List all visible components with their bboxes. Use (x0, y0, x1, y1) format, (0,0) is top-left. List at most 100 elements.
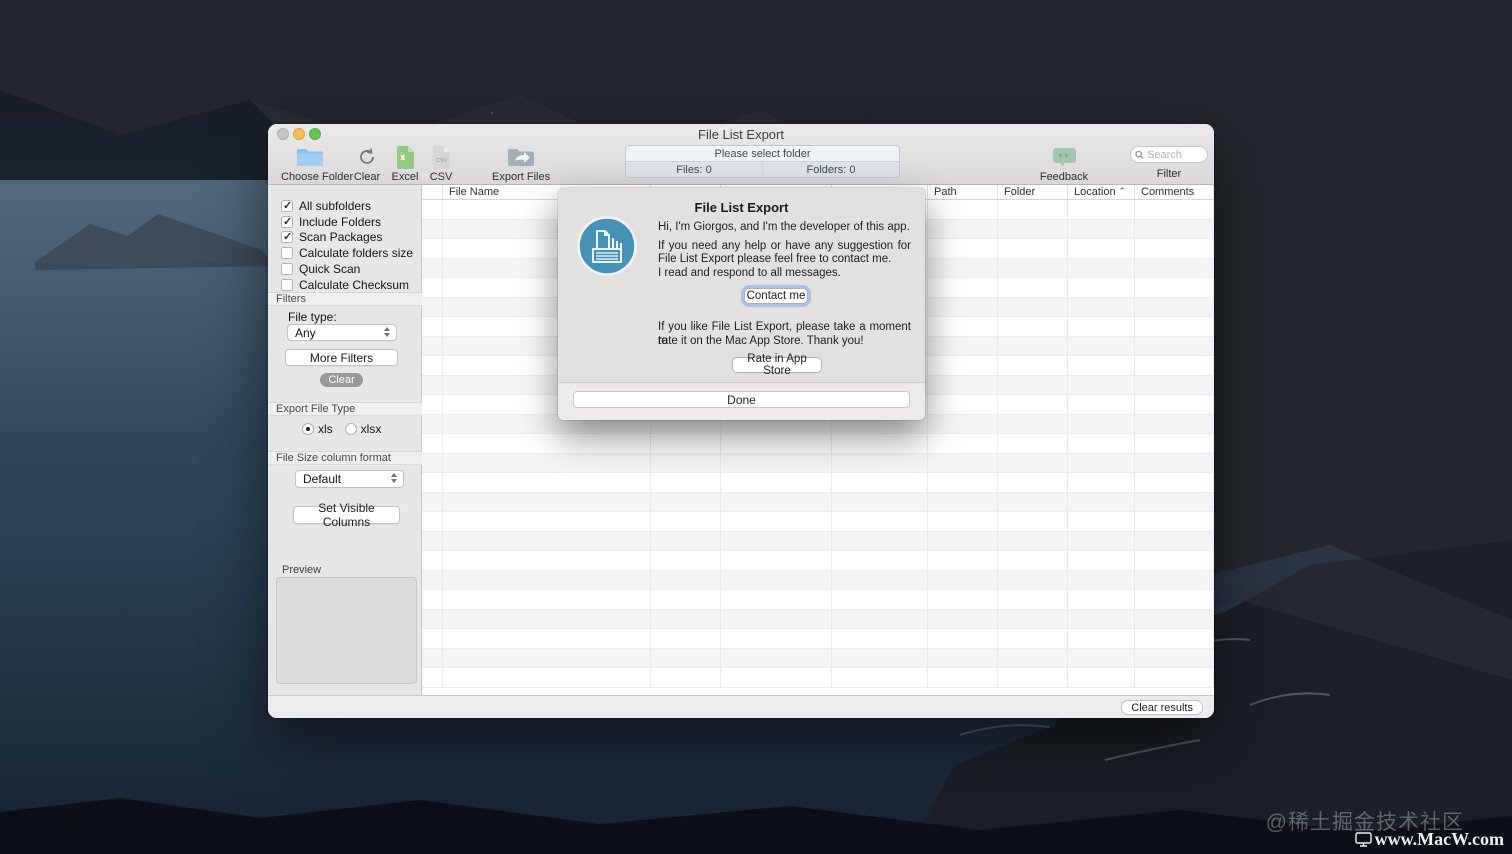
table-cell (721, 629, 832, 648)
radio-button[interactable] (344, 423, 357, 435)
checkbox-row[interactable]: Calculate Checksum (281, 277, 413, 293)
clear-results-button[interactable]: Clear results (1121, 700, 1203, 715)
table-cell (1068, 473, 1135, 492)
table-cell (998, 473, 1068, 492)
checkbox-row[interactable]: Include Folders (281, 214, 413, 230)
table-row[interactable] (422, 629, 1214, 649)
titlebar[interactable]: File List Export (268, 124, 1214, 143)
table-cell (1068, 239, 1135, 258)
column-header-location[interactable]: Location ⌃ (1068, 185, 1135, 199)
table-cell (928, 434, 998, 453)
checkbox[interactable] (281, 263, 293, 276)
table-cell (443, 648, 651, 667)
file-size-format-select[interactable]: Default (295, 470, 404, 488)
column-header-folder[interactable]: Folder (998, 185, 1068, 199)
file-type-select[interactable]: Any (287, 324, 397, 341)
table-row[interactable] (422, 590, 1214, 610)
table-cell (651, 590, 721, 609)
export-files-button[interactable]: Export Files (492, 145, 550, 183)
radio-button[interactable] (302, 423, 314, 435)
table-cell (832, 473, 928, 492)
table-row[interactable] (422, 512, 1214, 532)
table-cell (998, 629, 1068, 648)
column-header-path[interactable]: Path (928, 185, 998, 199)
table-cell (1068, 356, 1135, 375)
column-header-label: Path (934, 186, 957, 198)
table-cell (1135, 551, 1214, 570)
table-row[interactable] (422, 531, 1214, 551)
table-cell (422, 570, 443, 589)
table-cell (998, 278, 1068, 297)
contact-me-button[interactable]: Contact me (744, 288, 808, 304)
app-window: File List Export Choose Folder Clear Exc… (268, 124, 1214, 718)
checkbox-row[interactable]: Quick Scan (281, 261, 413, 277)
table-cell (443, 629, 651, 648)
help-line-1: If you need any help or have any suggest… (658, 240, 911, 252)
feedback-button[interactable]: Feedback (1030, 145, 1098, 183)
search-input[interactable] (1147, 148, 1203, 161)
updown-chevron-icon (391, 473, 399, 485)
watermark-site: www.MacW.com (1354, 829, 1504, 850)
clear-button[interactable]: Clear (350, 145, 384, 183)
column-header-comments[interactable]: Comments (1135, 185, 1214, 199)
rate-line-2: rate it on the Mac App Store. Thank you! (658, 335, 864, 347)
checkbox[interactable] (281, 278, 293, 291)
more-filters-button[interactable]: More Filters (285, 349, 398, 366)
table-cell (651, 551, 721, 570)
table-cell (651, 648, 721, 667)
checkbox-row[interactable]: Scan Packages (281, 230, 413, 246)
table-row[interactable] (422, 668, 1214, 688)
table-cell (928, 531, 998, 550)
table-row[interactable] (422, 570, 1214, 590)
table-row[interactable] (422, 648, 1214, 668)
radio-option[interactable]: xlsx (344, 422, 381, 436)
column-header[interactable] (422, 185, 443, 199)
checkbox[interactable] (281, 230, 293, 244)
done-button[interactable]: Done (573, 391, 910, 408)
set-visible-columns-button[interactable]: Set Visible Columns (293, 501, 400, 529)
table-cell (832, 609, 928, 628)
checkbox[interactable] (281, 199, 293, 212)
help-line-3: I read and respond to all messages. (658, 267, 841, 279)
csv-export-button[interactable]: CSV CSV (425, 145, 457, 183)
window-chrome: File List Export Choose Folder Clear Exc… (268, 124, 1214, 185)
monitor-icon (1354, 832, 1372, 847)
column-header-label: Folder (1004, 186, 1036, 198)
table-row[interactable] (422, 434, 1214, 454)
table-cell (651, 512, 721, 531)
table-cell (928, 551, 998, 570)
table-cell (1135, 278, 1214, 297)
excel-export-button[interactable]: Excel (388, 145, 422, 183)
table-cell (422, 473, 443, 492)
table-cell (998, 492, 1068, 511)
table-cell (928, 395, 998, 414)
table-cell (928, 317, 998, 336)
table-cell (651, 531, 721, 550)
table-cell (422, 531, 443, 550)
table-cell (422, 590, 443, 609)
table-cell (998, 434, 1068, 453)
table-cell (1135, 609, 1214, 628)
scan-status-panel: Please select folder Files: 0 Folders: 0 (625, 145, 900, 178)
table-row[interactable] (422, 473, 1214, 493)
table-cell (1068, 492, 1135, 511)
table-cell (443, 551, 651, 570)
checkbox-row[interactable]: Calculate folders size (281, 245, 413, 261)
table-cell (928, 570, 998, 589)
table-cell (1135, 317, 1214, 336)
table-row[interactable] (422, 453, 1214, 473)
table-cell (832, 551, 928, 570)
checkbox[interactable] (281, 215, 293, 228)
table-cell (1135, 453, 1214, 472)
search-field[interactable] (1130, 146, 1208, 163)
rate-in-app-store-button[interactable]: Rate in App Store (732, 353, 822, 377)
checkbox[interactable] (281, 247, 293, 260)
choose-folder-button[interactable]: Choose Folder (281, 145, 353, 183)
table-row[interactable] (422, 492, 1214, 512)
radio-option[interactable]: xls (302, 422, 333, 436)
clear-filters-button[interactable]: Clear (320, 373, 363, 387)
table-cell (832, 570, 928, 589)
table-row[interactable] (422, 609, 1214, 629)
table-row[interactable] (422, 551, 1214, 571)
checkbox-row[interactable]: All subfolders (281, 198, 413, 214)
